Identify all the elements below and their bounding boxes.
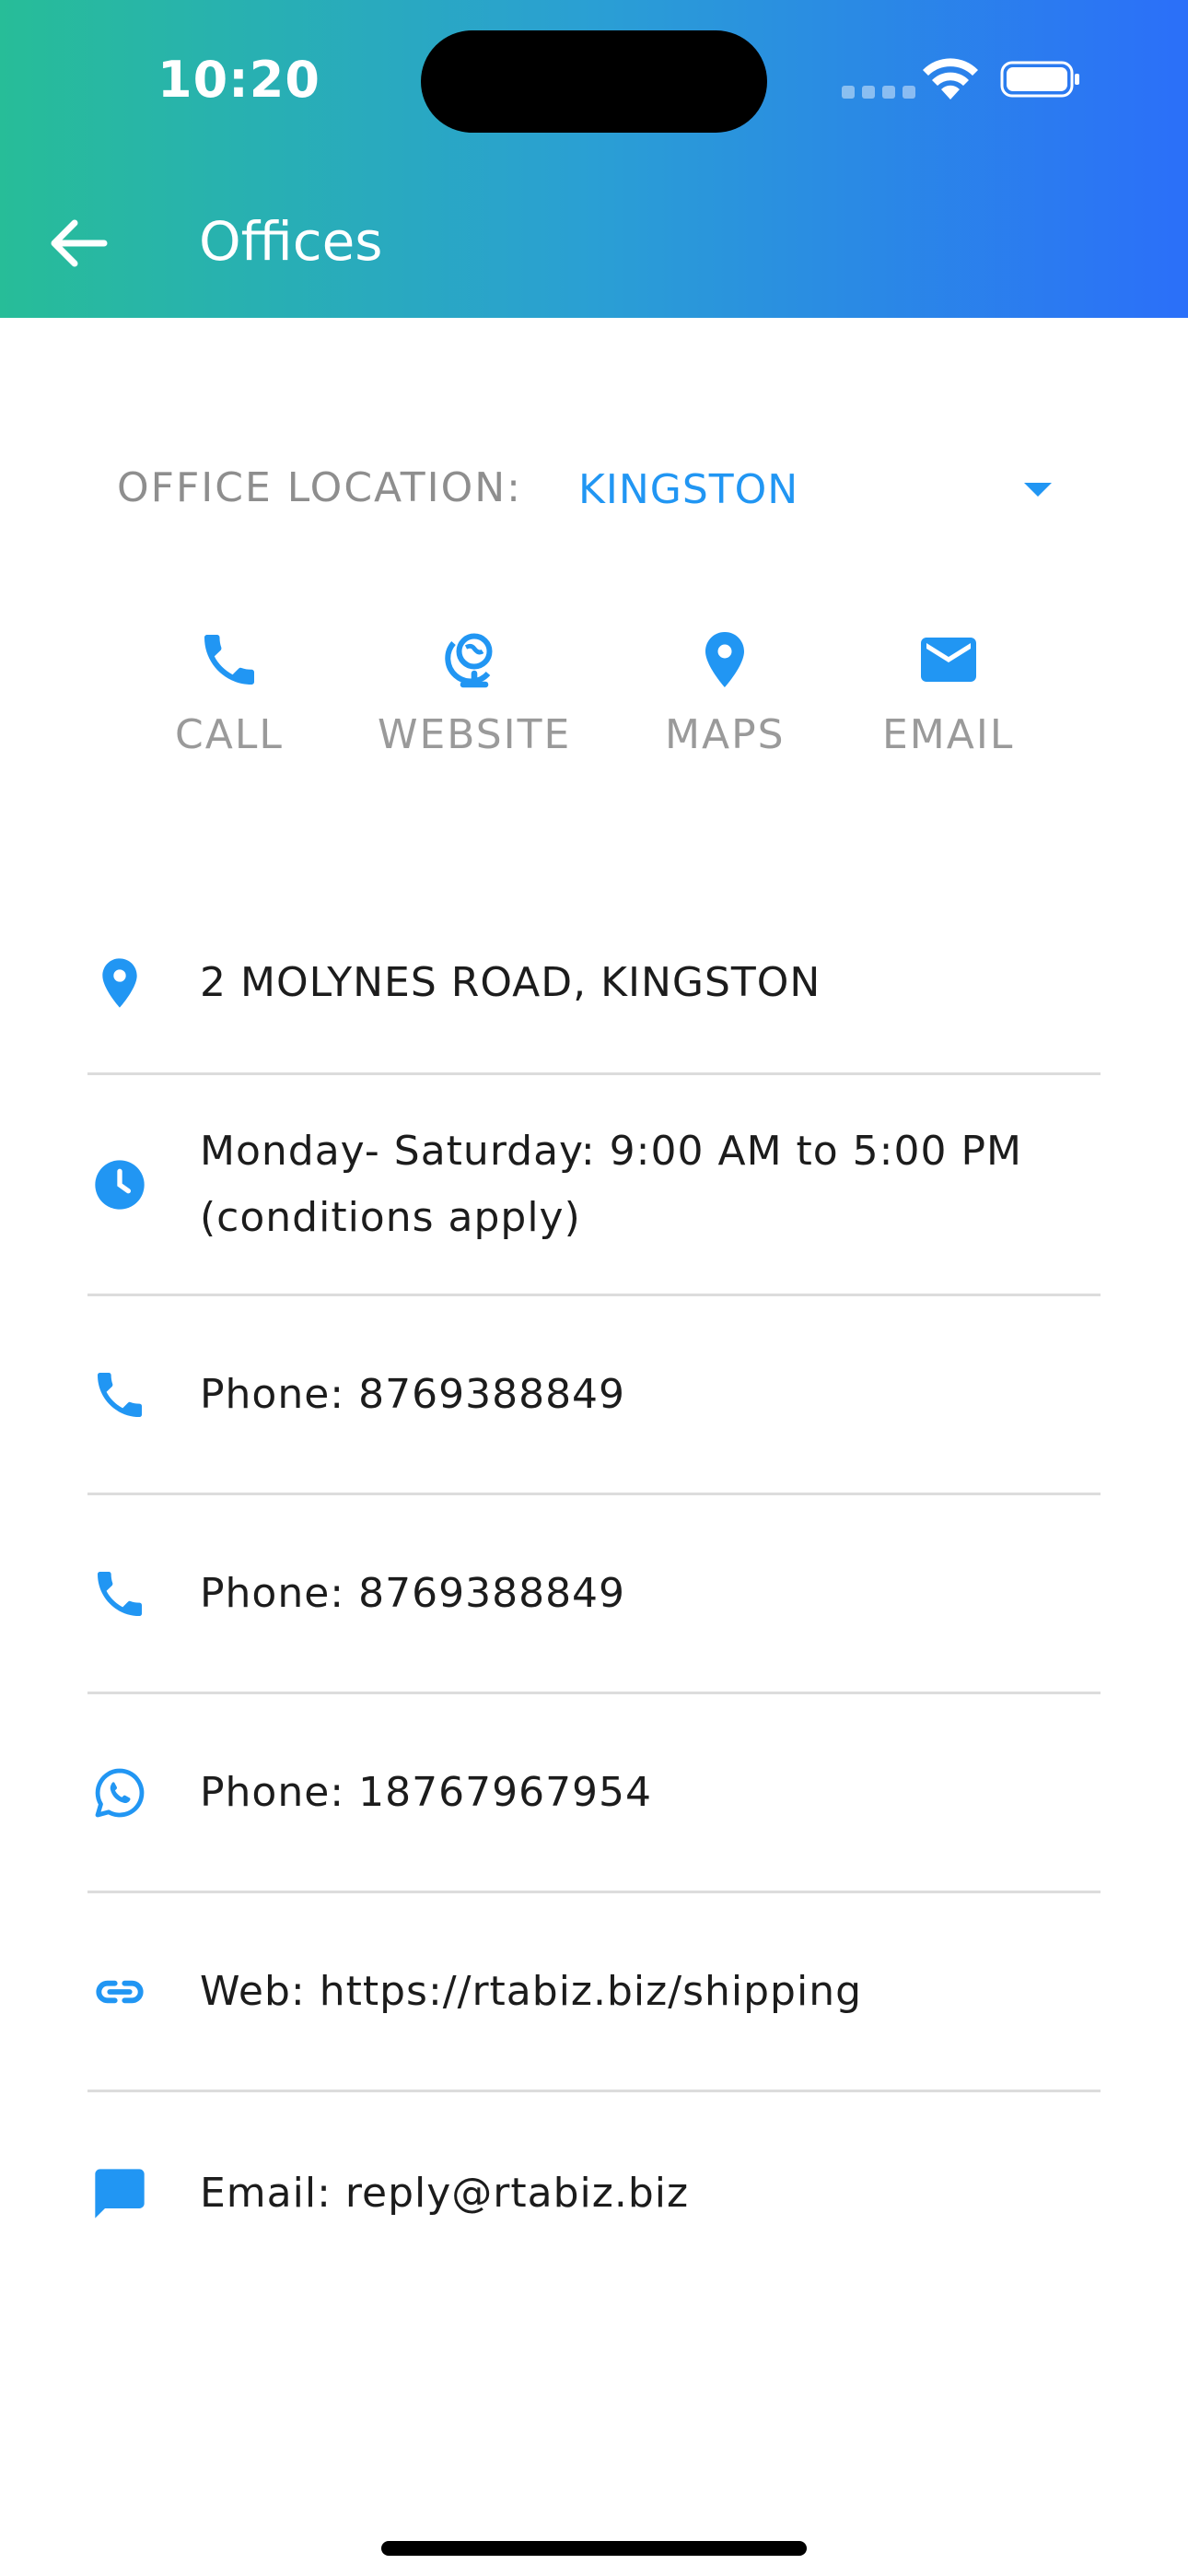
email-row[interactable]: Email: reply@rtabiz.biz [87,2092,1101,2295]
whatsapp-icon [95,1768,145,1817]
call-button[interactable]: CALL [175,626,284,758]
wifi-icon [923,58,978,100]
quick-actions: CALL WEBSITE MAPS EMAIL [147,626,1068,783]
hours-text: Monday- Saturday: 9:00 AM to 5:00 PM (co… [200,1118,1022,1251]
email-text: Email: reply@rtabiz.biz [200,2170,690,2217]
hours-line-1: Monday- Saturday: 9:00 AM to 5:00 PM [200,1127,1022,1175]
arrow-left-icon [51,219,108,267]
office-details-list: 2 MOLYNES ROAD, KINGSTON Monday- Saturda… [87,894,1101,2295]
envelope-icon [920,638,976,682]
website-text: Web: https://rtabiz.biz/shipping [200,1967,863,2015]
battery-icon [1000,61,1079,98]
maps-button[interactable]: MAPS [665,626,786,758]
phone-icon [98,1571,142,1616]
phone-text-2: Phone: 8769388849 [200,1569,626,1617]
website-row[interactable]: Web: https://rtabiz.biz/shipping [87,1893,1101,2092]
clock-icon [95,1159,145,1210]
email-button[interactable]: EMAIL [882,626,1014,758]
caret-down-icon [1024,482,1052,497]
email-label: EMAIL [882,711,1015,758]
whatsapp-text: Phone: 18767967954 [200,1768,653,1816]
link-icon [96,1980,144,2003]
office-location-dropdown[interactable]: KINGSTON [578,457,1057,521]
chat-bubble-icon [95,2169,145,2219]
address-row[interactable]: 2 MOLYNES ROAD, KINGSTON [87,894,1101,1075]
phone-row-1[interactable]: Phone: 8769388849 [87,1296,1101,1495]
app-header: 10:20 Offices [0,0,1188,318]
website-label: WEBSITE [378,711,572,758]
office-location-label: OFFICE LOCATION: [117,464,522,511]
whatsapp-row[interactable]: Phone: 18767967954 [87,1694,1101,1893]
home-indicator[interactable] [381,2541,807,2556]
hours-row: Monday- Saturday: 9:00 AM to 5:00 PM (co… [87,1075,1101,1296]
map-pin-icon [102,958,137,1008]
page-title: Offices [199,210,383,273]
address-text: 2 MOLYNES ROAD, KINGSTON [200,959,821,1006]
dynamic-island [421,30,767,133]
website-button[interactable]: WEBSITE [378,626,571,758]
call-label: CALL [175,711,284,758]
globe-icon [445,633,493,688]
phone-icon [98,1372,142,1417]
office-location-value: KINGSTON [578,465,799,513]
back-button[interactable] [37,203,118,284]
map-pin-icon [705,632,745,687]
hours-line-2: (conditions apply) [200,1193,581,1241]
phone-text-1: Phone: 8769388849 [200,1370,626,1418]
phone-icon [204,635,254,685]
maps-label: MAPS [665,711,786,758]
cellular-signal-icon [842,86,915,99]
phone-row-2[interactable]: Phone: 8769388849 [87,1495,1101,1694]
status-time: 10:20 [157,51,320,109]
